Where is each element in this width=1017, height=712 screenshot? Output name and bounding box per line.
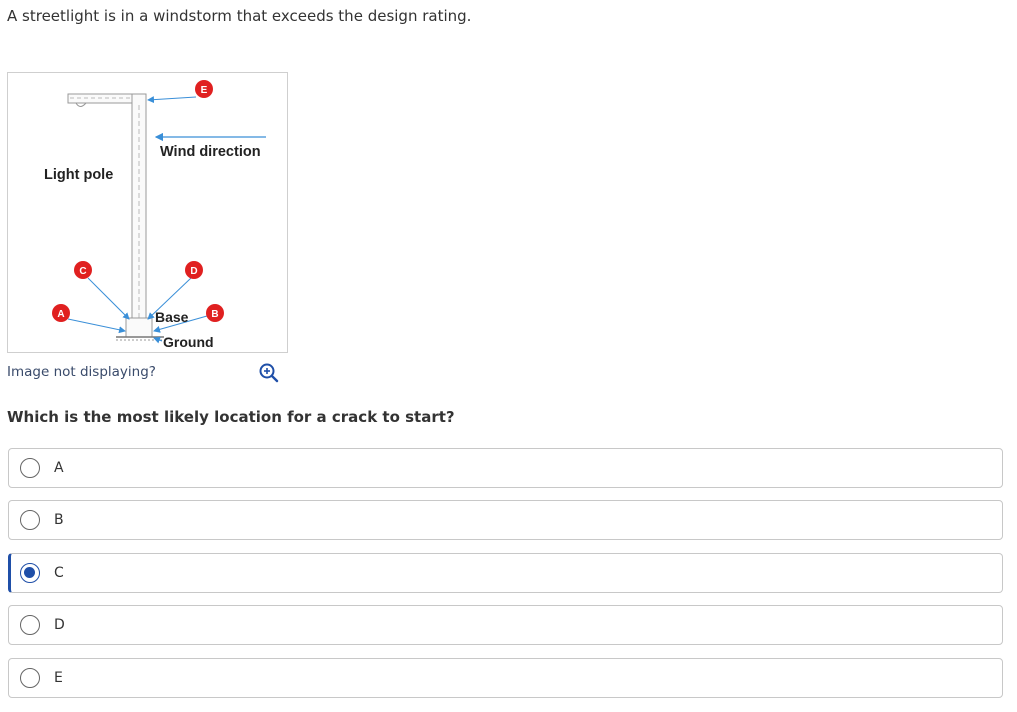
option-label: C <box>54 565 64 581</box>
svg-text:E: E <box>201 85 208 96</box>
svg-text:A: A <box>57 309 64 320</box>
svg-text:D: D <box>190 266 197 277</box>
leader-c <box>87 277 130 320</box>
option-label: E <box>54 670 63 686</box>
radio-button[interactable] <box>20 510 40 530</box>
option-d[interactable]: D <box>8 605 1003 645</box>
marker-a: A <box>52 304 70 322</box>
marker-c: C <box>74 261 92 279</box>
option-a[interactable]: A <box>8 448 1003 488</box>
question-text: Which is the most likely location for a … <box>7 408 455 426</box>
option-e[interactable]: E <box>8 658 1003 698</box>
marker-d: D <box>185 261 203 279</box>
wind-direction-label: Wind direction <box>160 144 261 160</box>
option-label: B <box>54 512 64 528</box>
ground-label: Ground <box>163 334 214 350</box>
radio-button[interactable] <box>20 458 40 478</box>
leader-e <box>147 96 197 104</box>
svg-text:C: C <box>79 266 86 277</box>
radio-button[interactable] <box>20 668 40 688</box>
streetlight-figure: Wind direction Light pole Base Ground E … <box>7 72 288 353</box>
option-label: A <box>54 460 64 476</box>
image-not-displaying-link[interactable]: Image not displaying? <box>7 364 156 380</box>
zoom-in-icon[interactable] <box>258 362 280 384</box>
svg-text:B: B <box>211 309 218 320</box>
light-pole-label: Light pole <box>44 167 113 183</box>
marker-e: E <box>195 80 213 98</box>
radio-button[interactable] <box>20 615 40 635</box>
question-page: A streetlight is in a windstorm that exc… <box>0 0 1017 712</box>
question-prompt: A streetlight is in a windstorm that exc… <box>7 7 472 25</box>
streetlight-diagram: Wind direction Light pole Base Ground E … <box>44 80 266 350</box>
option-c[interactable]: C <box>8 553 1003 593</box>
leader-a <box>67 318 126 334</box>
base-label: Base <box>155 309 189 325</box>
radio-button-selected[interactable] <box>20 563 40 583</box>
pole-shaft <box>131 93 147 323</box>
pole-base <box>125 317 153 338</box>
option-label: D <box>54 617 65 633</box>
marker-b: B <box>206 304 224 322</box>
option-b[interactable]: B <box>8 500 1003 540</box>
